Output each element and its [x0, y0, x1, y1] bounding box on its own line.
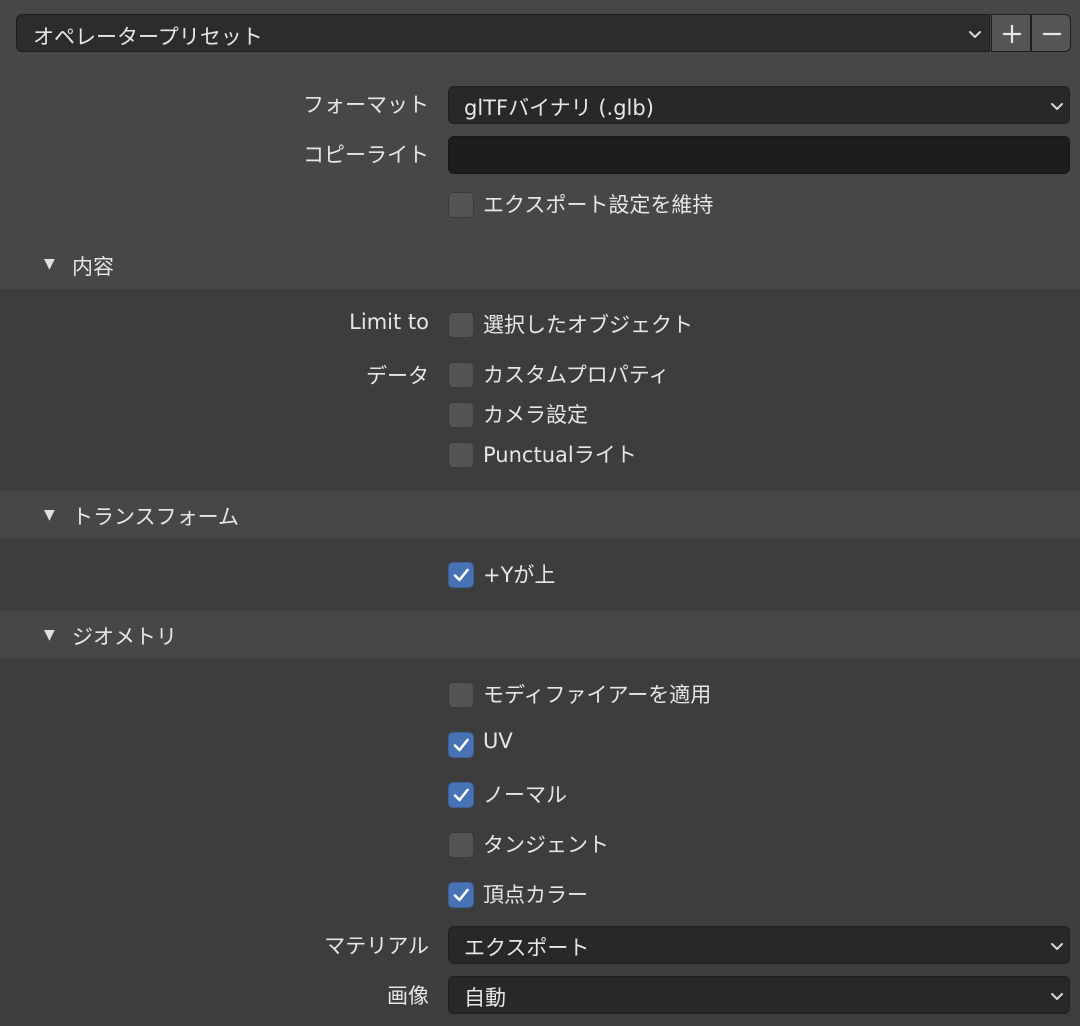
camera-settings-label: カメラ設定 — [483, 403, 588, 427]
custom-properties-label: カスタムプロパティ — [483, 363, 670, 387]
material-value: エクスポート — [464, 936, 590, 960]
keep-settings-checkbox[interactable] — [448, 192, 474, 218]
operator-preset-label: オペレータープリセット — [33, 25, 263, 49]
data-label: データ — [366, 364, 429, 388]
panel-title-transform: トランスフォーム — [72, 505, 239, 529]
vertex-colors-label: 頂点カラー — [483, 883, 588, 907]
normals-checkbox[interactable] — [448, 782, 474, 808]
material-label: マテリアル — [324, 934, 429, 958]
tangents-checkbox[interactable] — [448, 832, 474, 858]
checkmark-icon — [453, 888, 469, 902]
checkmark-icon — [453, 738, 469, 752]
panel-title-geometry: ジオメトリ — [72, 625, 177, 649]
copyright-field[interactable] — [448, 136, 1070, 174]
apply-modifiers-checkbox[interactable] — [448, 682, 474, 708]
apply-modifiers-label: モディファイアーを適用 — [483, 683, 712, 707]
camera-settings-checkbox[interactable] — [448, 402, 474, 428]
checkmark-icon — [453, 568, 469, 582]
tangents-label: タンジェント — [483, 833, 609, 857]
punctual-lights-checkbox[interactable] — [448, 442, 474, 468]
checkmark-icon — [453, 788, 469, 802]
uv-label: UV — [483, 729, 513, 753]
chevron-down-icon — [1051, 993, 1063, 1000]
image-label: 画像 — [387, 984, 429, 1008]
selected-objects-checkbox[interactable] — [448, 312, 474, 338]
operator-preset-dropdown[interactable]: オペレータープリセット — [16, 14, 990, 52]
limit-to-label: Limit to — [349, 310, 429, 334]
collapse-triangle-icon: ▼ — [44, 627, 55, 643]
format-dropdown[interactable]: glTFバイナリ (.glb) — [448, 86, 1070, 124]
normals-label: ノーマル — [483, 783, 567, 807]
minus-icon — [1043, 32, 1061, 36]
format-label: フォーマット — [303, 93, 429, 117]
punctual-lights-label: Punctualライト — [483, 443, 637, 467]
custom-properties-checkbox[interactable] — [448, 362, 474, 388]
image-value: 自動 — [464, 986, 506, 1010]
y-up-checkbox[interactable] — [448, 562, 474, 588]
gltf-export-options-panel: オペレータープリセット フォーマット glTFバイナリ (.glb) コピーライ… — [0, 0, 1080, 1026]
panel-header-transform[interactable]: ▼ トランスフォーム — [0, 491, 1080, 539]
chevron-down-icon — [1051, 103, 1063, 110]
chevron-down-icon — [1051, 943, 1063, 950]
copyright-label: コピーライト — [303, 143, 429, 167]
panel-body-transform: +Yが上 — [0, 539, 1080, 611]
y-up-label: +Yが上 — [483, 563, 556, 587]
add-preset-button[interactable] — [991, 14, 1031, 52]
format-value: glTFバイナリ (.glb) — [464, 96, 654, 120]
keep-settings-label: エクスポート設定を維持 — [483, 193, 714, 217]
collapse-triangle-icon: ▼ — [44, 256, 55, 272]
uv-checkbox[interactable] — [448, 732, 474, 758]
selected-objects-label: 選択したオブジェクト — [483, 313, 693, 337]
collapse-triangle-icon: ▼ — [44, 507, 55, 523]
vertex-colors-checkbox[interactable] — [448, 882, 474, 908]
panel-body-geometry: モディファイアーを適用 UV ノーマル タンジェント 頂点カラー マテリアル エ… — [0, 659, 1080, 1026]
panel-header-geometry[interactable]: ▼ ジオメトリ — [0, 611, 1080, 659]
panel-title-content: 内容 — [72, 255, 114, 279]
plus-icon — [1003, 25, 1021, 43]
panel-body-content: Limit to 選択したオブジェクト データ カスタムプロパティ カメラ設定 … — [0, 289, 1080, 491]
image-dropdown[interactable]: 自動 — [448, 976, 1070, 1014]
remove-preset-button[interactable] — [1031, 14, 1071, 52]
chevron-down-icon — [969, 31, 981, 38]
material-dropdown[interactable]: エクスポート — [448, 926, 1070, 964]
panel-header-content[interactable]: ▼ 内容 — [0, 240, 1080, 289]
